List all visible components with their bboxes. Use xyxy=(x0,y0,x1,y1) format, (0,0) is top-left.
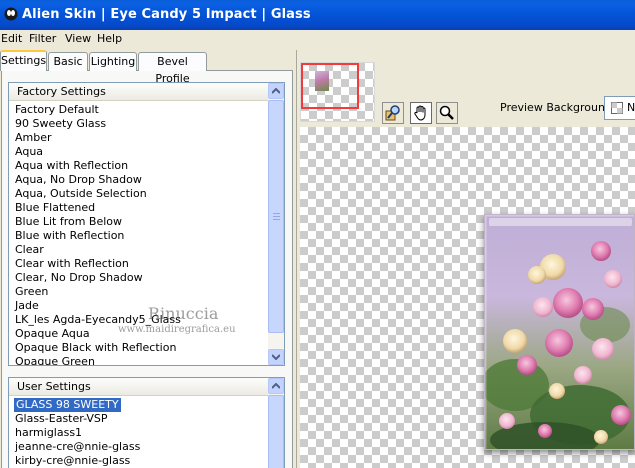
list-item-label: Aqua xyxy=(15,145,44,158)
scroll-thumb[interactable] xyxy=(268,100,284,333)
thumbnail-image xyxy=(315,71,329,91)
list-item-label: Opaque Aqua xyxy=(15,327,90,340)
title-bar: Alien Skin | Eye Candy 5 Impact | Glass xyxy=(0,0,635,30)
list-item-label: Blue Flattened xyxy=(15,201,96,214)
list-item[interactable]: jeanne-cre@nnie-glass xyxy=(14,440,266,454)
chevron-up-icon xyxy=(272,88,280,94)
user-settings-list[interactable]: User Settings GLASS 98 SWEETY Glass-Easte… xyxy=(8,377,285,468)
list-item[interactable]: Opaque Green xyxy=(14,355,266,366)
list-item-label: Clear with Reflection xyxy=(15,257,129,270)
chevron-up-icon xyxy=(272,383,280,389)
list-item-label: GLASS 98 SWEETY xyxy=(14,398,121,412)
roses-painting xyxy=(485,215,634,449)
list-item-label: jeanne-cre@nnie-glass xyxy=(15,440,141,453)
scroll-up-button[interactable] xyxy=(268,378,284,394)
preview-image xyxy=(484,214,635,450)
factory-settings-scrollbar[interactable] xyxy=(268,83,284,365)
user-settings-scrollbar[interactable] xyxy=(268,378,284,468)
preview-background-select[interactable]: N xyxy=(604,96,635,120)
chevron-down-icon xyxy=(272,354,280,360)
navigator-thumbnail[interactable] xyxy=(300,62,375,122)
list-item-label: harmiglass1 xyxy=(15,426,83,439)
list-item-label: Amber xyxy=(15,131,52,144)
factory-settings-header: Factory Settings xyxy=(9,83,268,101)
scroll-up-button[interactable] xyxy=(268,83,284,99)
navigator-button[interactable] xyxy=(382,102,404,124)
window-title: Alien Skin | Eye Candy 5 Impact | Glass xyxy=(22,7,311,22)
list-item-label: Aqua, Outside Selection xyxy=(15,187,147,200)
tab-basic[interactable]: Basic xyxy=(48,52,88,71)
list-item[interactable]: harmiglass1 xyxy=(14,426,266,440)
list-item[interactable]: Clear, No Drop Shadow xyxy=(14,271,266,285)
tab-bevel-profile[interactable]: Bevel Profile xyxy=(138,52,207,85)
list-item[interactable]: Aqua with Reflection xyxy=(14,159,266,173)
list-item-label: Glass-Easter-VSP xyxy=(15,412,108,425)
list-item-label: 90 Sweety Glass xyxy=(15,117,107,130)
user-settings-header: User Settings xyxy=(9,378,268,396)
list-item[interactable]: Blue Flattened xyxy=(14,201,266,215)
hand-tool-icon xyxy=(414,105,426,121)
watermark-name: Rinuccia xyxy=(148,304,219,323)
list-item[interactable]: Factory Default xyxy=(14,103,266,117)
user-settings-items: GLASS 98 SWEETY Glass-Easter-VSP harmiglas… xyxy=(14,398,266,468)
menu-bar: Edit Filter View Help xyxy=(0,30,635,49)
list-item-label: Aqua with Reflection xyxy=(15,159,129,172)
list-item-label: Opaque Black with Reflection xyxy=(15,341,177,354)
list-item[interactable]: Opaque Black with Reflection xyxy=(14,341,266,355)
menu-filter[interactable]: Filter xyxy=(29,32,56,45)
menu-view[interactable]: View xyxy=(65,32,91,45)
list-item-label: Aqua, No Drop Shadow xyxy=(15,173,142,186)
list-item[interactable]: Jade xyxy=(14,299,266,313)
list-item-label: Factory Default xyxy=(15,103,99,116)
list-item-label: kirby-cre@nnie-glass xyxy=(15,454,131,467)
zoom-tool-button[interactable] xyxy=(436,102,458,124)
list-item[interactable]: Clear xyxy=(14,243,266,257)
preview-background-value: N xyxy=(627,101,635,114)
list-item[interactable]: Aqua, No Drop Shadow xyxy=(14,173,266,187)
navigator-icon xyxy=(385,105,400,121)
menu-help[interactable]: Help xyxy=(97,32,122,45)
list-item[interactable]: GLASS 98 SWEETY xyxy=(14,398,266,412)
list-item[interactable]: Glass-Easter-VSP xyxy=(14,412,266,426)
navigator-viewport[interactable] xyxy=(301,63,359,109)
swatch-icon xyxy=(611,102,623,114)
zoom-tool-icon xyxy=(439,105,454,120)
list-item-label: Clear xyxy=(15,243,44,256)
list-item[interactable]: Amber xyxy=(14,131,266,145)
list-item-label: Opaque Green xyxy=(15,355,95,366)
list-item[interactable]: Blue with Reflection xyxy=(14,229,266,243)
scroll-down-button[interactable] xyxy=(268,349,284,365)
hand-tool-button[interactable] xyxy=(410,102,432,124)
list-item-label: Blue Lit from Below xyxy=(15,215,123,228)
list-item[interactable]: Green xyxy=(14,285,266,299)
watermark-site: www.maidiregrafica.eu xyxy=(118,324,236,335)
list-item[interactable]: 90 Sweety Glass xyxy=(14,117,266,131)
list-item-label: Blue with Reflection xyxy=(15,229,125,242)
list-item-label: Green xyxy=(15,285,49,298)
list-item[interactable]: Blue Lit from Below xyxy=(14,215,266,229)
menu-edit[interactable]: Edit xyxy=(1,32,22,45)
tab-lighting[interactable]: Lighting xyxy=(89,52,137,71)
list-item[interactable]: Aqua xyxy=(14,145,266,159)
scroll-thumb[interactable] xyxy=(268,395,284,468)
list-item[interactable]: Clear with Reflection xyxy=(14,257,266,271)
alien-skin-app-icon[interactable] xyxy=(4,7,18,21)
preview-background-label: Preview Background: xyxy=(500,101,616,114)
list-item[interactable]: Aqua, Outside Selection xyxy=(14,187,266,201)
list-item-label: Clear, No Drop Shadow xyxy=(15,271,143,284)
tab-settings[interactable]: Settings xyxy=(0,50,47,71)
list-item-label: Jade xyxy=(15,299,39,312)
list-item[interactable]: kirby-cre@nnie-glass xyxy=(14,454,266,468)
